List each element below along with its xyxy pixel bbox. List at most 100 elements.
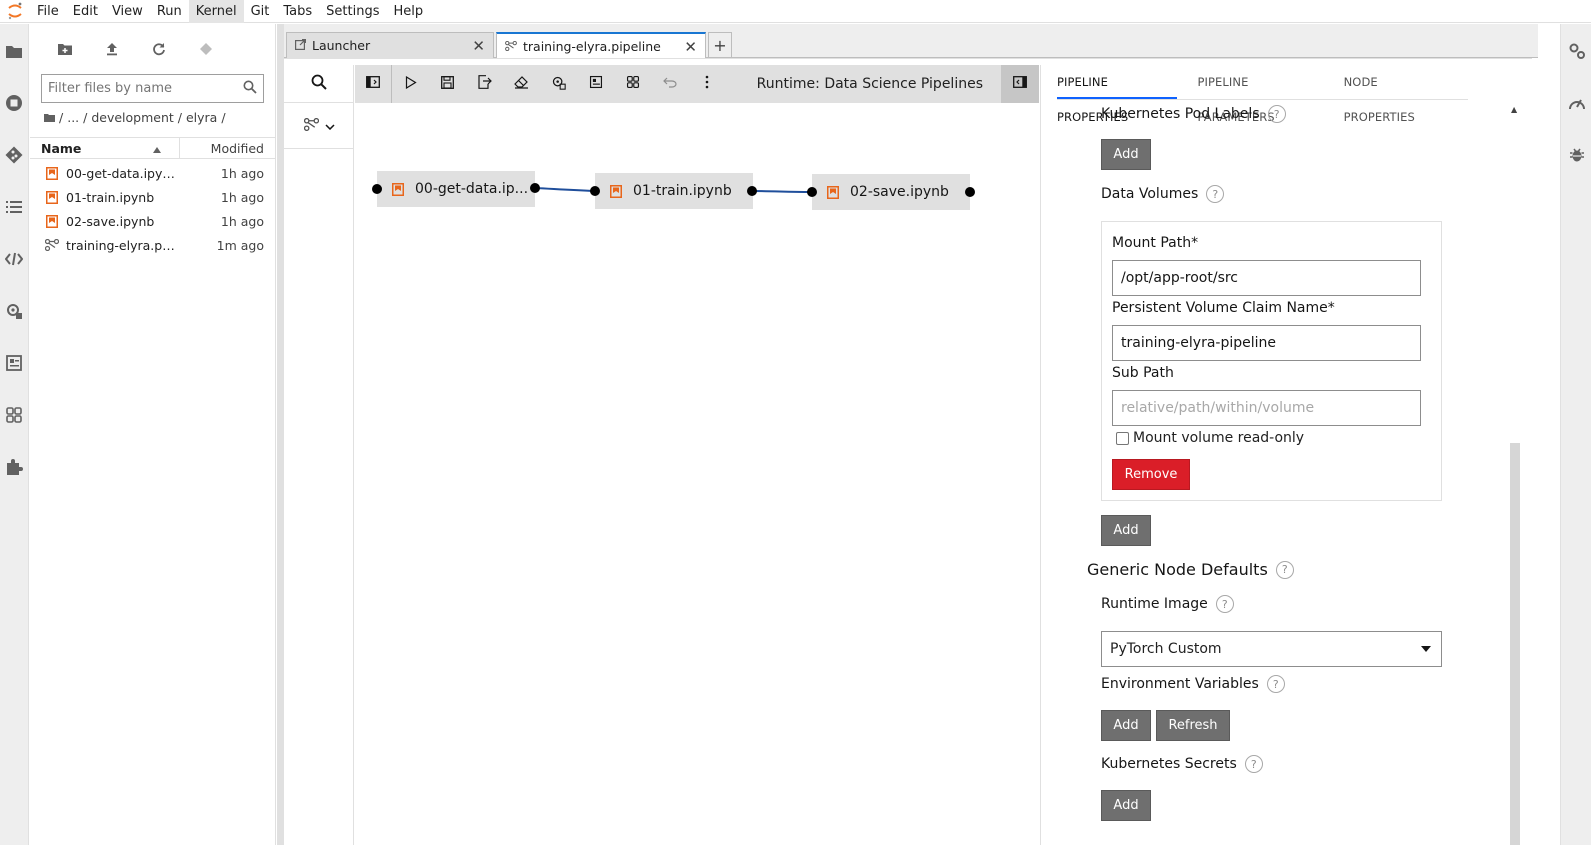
tab-pipeline[interactable]: training-elyra.pipeline ✕ — [496, 32, 706, 59]
add-tab-button[interactable]: + — [708, 32, 732, 57]
menu-edit[interactable]: Edit — [66, 0, 105, 23]
breadcrumb-root[interactable]: / — [59, 110, 63, 125]
help-icon[interactable]: ? — [1275, 560, 1294, 579]
pipeline-node[interactable]: 02-save.ipynb — [812, 174, 970, 210]
pipeline-node[interactable]: 01-train.ipynb — [595, 173, 753, 209]
table-of-contents-icon[interactable] — [3, 196, 25, 218]
sub-path-input[interactable]: relative/path/within/volume — [1112, 390, 1421, 426]
close-icon[interactable]: ✕ — [472, 37, 485, 55]
sort-ascending-icon — [153, 141, 161, 156]
tab-launcher[interactable]: Launcher ✕ — [286, 32, 494, 58]
debugger-icon[interactable] — [1566, 144, 1588, 166]
pipeline-node[interactable]: 00-get-data.ip... — [377, 171, 535, 207]
code-snippets-icon[interactable] — [3, 248, 25, 270]
node-output-port[interactable] — [747, 186, 757, 196]
env-vars-label: Environment Variables ? — [1101, 675, 1285, 693]
list-item[interactable]: 01-train.ipynb 1h ago — [30, 185, 276, 209]
pvc-name-input[interactable]: training-elyra-pipeline — [1112, 325, 1421, 361]
add-volume-button[interactable]: Add — [1101, 515, 1151, 546]
pipeline-icon — [303, 117, 319, 135]
breadcrumb-development[interactable]: / development — [83, 110, 174, 125]
add-secret-button[interactable]: Add — [1101, 790, 1151, 821]
folder-icon[interactable] — [3, 40, 25, 62]
pipeline-icon — [505, 39, 517, 54]
git-icon[interactable] — [3, 144, 25, 166]
add-pod-label-button[interactable]: Add — [1101, 139, 1151, 170]
running-icon[interactable] — [3, 92, 25, 114]
property-inspector-icon[interactable] — [1566, 40, 1588, 62]
panel-splitter[interactable] — [277, 24, 284, 845]
open-runtime-images-button[interactable] — [577, 65, 614, 103]
close-properties-panel-button[interactable] — [1001, 65, 1039, 103]
properties-scrollbar[interactable]: ▲ — [1510, 101, 1520, 845]
extensions-icon[interactable] — [3, 456, 25, 478]
menu-settings[interactable]: Settings — [319, 0, 386, 23]
git-clone-icon[interactable] — [195, 38, 217, 60]
menu-tabs[interactable]: Tabs — [276, 0, 319, 23]
node-input-port[interactable] — [372, 184, 382, 194]
component-catalogs-icon[interactable] — [3, 404, 25, 426]
tab-pipeline-properties[interactable]: PIPELINE PROPERTIES — [1057, 65, 1178, 124]
refresh-icon[interactable] — [148, 38, 170, 60]
file-filter-input[interactable] — [41, 74, 264, 103]
open-component-catalogs-button[interactable] — [614, 65, 651, 103]
runtime-images-icon — [589, 75, 603, 93]
palette-search-button[interactable] — [284, 65, 354, 103]
list-item[interactable]: 00-get-data.ipynb 1h ago — [30, 161, 276, 185]
help-icon[interactable]: ? — [1206, 185, 1225, 203]
list-item[interactable]: 02-save.ipynb 1h ago — [30, 209, 276, 233]
mount-path-input[interactable]: /opt/app-root/src — [1112, 260, 1421, 296]
close-icon[interactable]: ✕ — [684, 38, 697, 56]
tab-pipeline-parameters[interactable]: PIPELINE PARAMETERS — [1197, 65, 1323, 124]
new-folder-icon[interactable] — [54, 38, 76, 60]
help-icon[interactable]: ? — [1244, 755, 1263, 773]
refresh-env-vars-button[interactable]: Refresh — [1156, 710, 1230, 741]
undo-button[interactable] — [651, 65, 688, 103]
palette-category-toggle[interactable] — [284, 105, 354, 149]
run-pipeline-button[interactable] — [392, 65, 429, 103]
node-input-port[interactable] — [590, 186, 600, 196]
readonly-checkbox-row[interactable]: Mount volume read-only — [1116, 430, 1304, 446]
menu-view[interactable]: View — [105, 0, 150, 23]
scrollbar-thumb[interactable] — [1510, 443, 1520, 845]
save-pipeline-button[interactable] — [429, 65, 466, 103]
node-output-port[interactable] — [530, 183, 540, 193]
home-folder-icon[interactable] — [44, 110, 55, 125]
node-output-port[interactable] — [965, 187, 975, 197]
runtime-images-icon[interactable] — [3, 352, 25, 374]
add-env-var-button[interactable]: Add — [1101, 710, 1151, 741]
help-icon[interactable]: ? — [1266, 675, 1285, 693]
menu-help[interactable]: Help — [387, 0, 431, 23]
node-label: 01-train.ipynb — [633, 183, 732, 199]
breadcrumb-ellipsis[interactable]: ... — [67, 110, 79, 125]
left-activity-bar — [0, 24, 29, 845]
readonly-checkbox[interactable] — [1116, 431, 1129, 445]
scroll-up-icon[interactable]: ▲ — [1511, 105, 1517, 114]
column-name-header[interactable]: Name — [30, 138, 180, 158]
help-icon[interactable]: ? — [1267, 105, 1286, 123]
more-actions-button[interactable] — [688, 65, 725, 103]
node-input-port[interactable] — [807, 187, 817, 197]
tab-bar: Launcher ✕ training-elyra.pipeline ✕ + — [284, 24, 1538, 59]
pipeline-icon — [44, 237, 60, 253]
column-modified-header[interactable]: Modified — [180, 141, 276, 156]
menu-run[interactable]: Run — [150, 0, 189, 23]
pipeline-canvas[interactable]: 00-get-data.ip... 01-train.ipynb 02-save… — [355, 103, 1039, 845]
help-icon[interactable]: ? — [1215, 595, 1234, 613]
export-pipeline-button[interactable] — [466, 65, 503, 103]
tab-node-properties[interactable]: NODE PROPERTIES — [1344, 65, 1448, 124]
open-panel-button[interactable] — [355, 65, 392, 103]
open-runtimes-button[interactable] — [540, 65, 577, 103]
runtimes-icon[interactable] — [3, 300, 25, 322]
runtime-image-select[interactable]: PyTorch Custom — [1101, 631, 1442, 667]
breadcrumb-elyra[interactable]: / elyra — [178, 110, 218, 125]
resource-usage-icon[interactable] — [1566, 92, 1588, 114]
menu-file[interactable]: File — [30, 0, 66, 23]
upload-icon[interactable] — [101, 38, 123, 60]
remove-volume-button[interactable]: Remove — [1112, 459, 1190, 490]
file-filter-field[interactable] — [48, 81, 243, 96]
menu-kernel[interactable]: Kernel — [188, 0, 244, 23]
menu-git[interactable]: Git — [244, 0, 277, 23]
list-item[interactable]: training-elyra.pip... 1m ago — [30, 233, 276, 257]
clear-pipeline-button[interactable] — [503, 65, 540, 103]
